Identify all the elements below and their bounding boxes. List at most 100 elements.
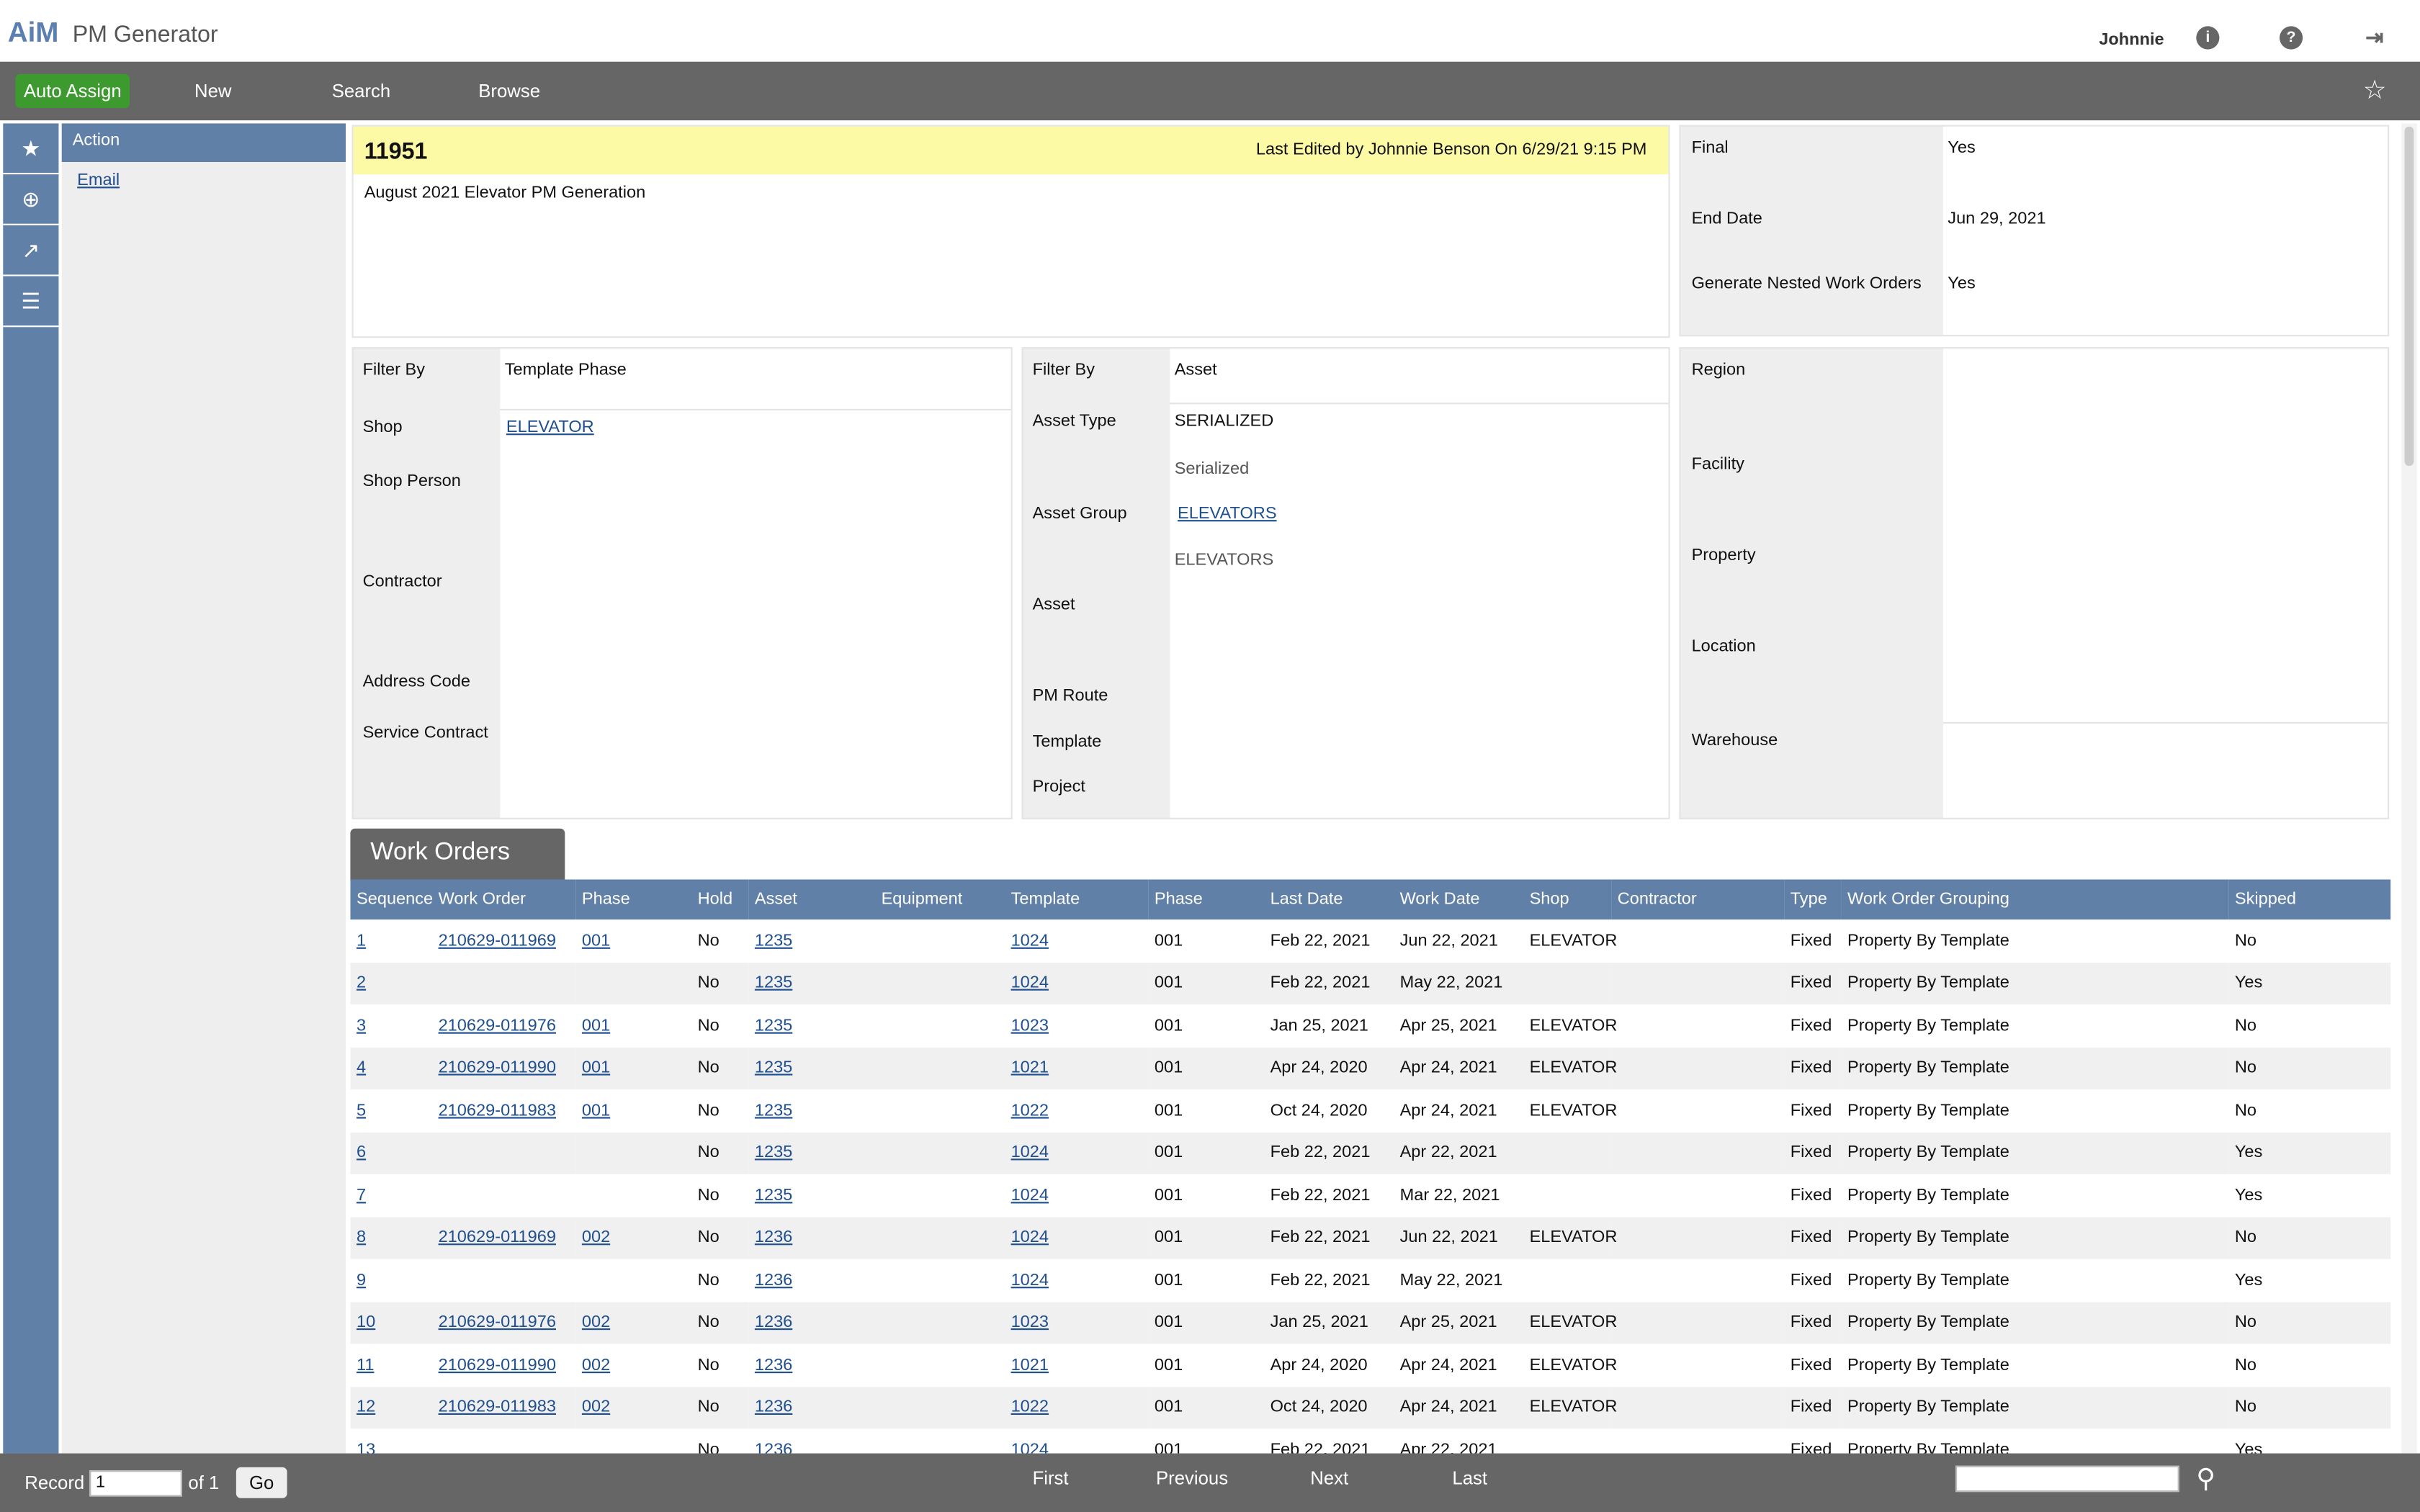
table-row[interactable]: 9 No 1236 1024 001 Feb 22, 2021 May 22, 2021 Fi… (350, 1259, 2390, 1302)
cell-link[interactable]: 1024 (1011, 1186, 1049, 1205)
column-header[interactable]: Work Order (432, 879, 576, 920)
cell-link[interactable]: 001 (582, 1017, 610, 1035)
column-header[interactable]: Equipment (875, 879, 1005, 920)
info-icon[interactable]: i (2196, 26, 2220, 50)
table-row[interactable]: 2 No 1235 1024 001 Feb 22, 2021 May 22, 2021 Fi… (350, 962, 2391, 1004)
cell-link[interactable]: 1023 (1011, 1017, 1049, 1035)
column-header[interactable]: Contractor (1611, 879, 1785, 920)
cell-link[interactable]: 2 (357, 974, 366, 993)
email-link[interactable]: Email (77, 171, 346, 190)
cell-link[interactable]: 1235 (755, 1017, 792, 1035)
cell-link[interactable]: 1024 (1011, 974, 1049, 993)
cell-link[interactable]: 210629-011990 (439, 1356, 556, 1374)
scrollbar-thumb[interactable] (2404, 126, 2414, 467)
cell-link[interactable]: 12 (357, 1398, 375, 1417)
tab-work-orders[interactable]: Work Orders (350, 828, 565, 881)
table-row[interactable]: 4 210629-011990 001 No 1235 1021 001 Apr 24, 20… (350, 1046, 2391, 1089)
cell-link[interactable]: 5 (357, 1101, 366, 1120)
vertical-scrollbar[interactable] (2401, 123, 2417, 1454)
table-row[interactable]: 7 No 1235 1024 001 Feb 22, 2021 Mar 22, 2021 Fi… (350, 1174, 2390, 1217)
cell-link[interactable]: 210629-011969 (439, 1228, 556, 1247)
cell-link[interactable]: 1021 (1011, 1059, 1049, 1078)
column-header[interactable]: Asset (748, 879, 875, 920)
last-button[interactable]: Last (1452, 1467, 1487, 1489)
cell-link[interactable]: 1236 (755, 1398, 792, 1417)
column-header[interactable]: Sequence (350, 879, 433, 920)
cell-link[interactable]: 001 (582, 932, 610, 950)
cell-link[interactable]: 3 (357, 1017, 366, 1035)
column-header[interactable]: Work Order Grouping (1841, 879, 2229, 920)
zoom-in-icon[interactable]: ⊕ (3, 174, 59, 225)
footer-search-input[interactable] (1955, 1465, 2179, 1493)
cell-link[interactable]: 002 (582, 1313, 610, 1332)
cell-link[interactable]: 13 (357, 1441, 375, 1454)
cell-link[interactable]: 002 (582, 1398, 610, 1417)
next-button[interactable]: Next (1310, 1467, 1348, 1489)
shop-link[interactable]: ELEVATOR (506, 418, 594, 437)
cell-link[interactable]: 1236 (755, 1313, 792, 1332)
cell-link[interactable]: 210629-011990 (439, 1059, 556, 1078)
cell-link[interactable]: 1022 (1011, 1398, 1049, 1417)
favorite-star-icon[interactable]: ☆ (2363, 76, 2387, 107)
help-icon[interactable]: ? (2280, 26, 2303, 50)
cell-link[interactable]: 7 (357, 1186, 366, 1205)
cell-link[interactable]: 1022 (1011, 1101, 1049, 1120)
cell-link[interactable]: 11 (357, 1356, 374, 1374)
cell-link[interactable]: 001 (582, 1059, 610, 1078)
cell-link[interactable]: 1024 (1011, 932, 1049, 950)
cell-link[interactable]: 1236 (755, 1228, 792, 1247)
column-header[interactable]: Type (1784, 879, 1842, 920)
cell-link[interactable]: 1236 (755, 1356, 792, 1374)
column-header[interactable]: Phase (575, 879, 691, 920)
cell-link[interactable]: 210629-011976 (439, 1313, 556, 1332)
cell-link[interactable]: 1024 (1011, 1228, 1049, 1247)
cell-link[interactable]: 210629-011983 (439, 1398, 556, 1417)
table-row[interactable]: 10 210629-011976 002 No 1236 1023 001 Jan 25, 2… (350, 1301, 2391, 1344)
cell-link[interactable]: 1235 (755, 1143, 792, 1162)
cell-link[interactable]: 9 (357, 1271, 366, 1290)
column-header[interactable]: Skipped (2228, 879, 2391, 920)
first-button[interactable]: First (1033, 1467, 1069, 1489)
cell-link[interactable]: 1 (357, 932, 366, 950)
cell-link[interactable]: 8 (357, 1228, 366, 1247)
cell-link[interactable]: 1235 (755, 974, 792, 993)
cell-link[interactable]: 1235 (755, 932, 792, 950)
cell-link[interactable]: 1021 (1011, 1356, 1049, 1374)
chart-icon[interactable]: ↗ (3, 225, 59, 276)
column-header[interactable]: Shop (1523, 879, 1612, 920)
table-row[interactable]: 12 210629-011983 002 No 1236 1022 001 Oct 24, 2… (350, 1386, 2391, 1429)
record-input[interactable]: 1 (89, 1470, 182, 1497)
column-header[interactable]: Phase (1148, 879, 1264, 920)
search-icon[interactable]: ⚲ (2196, 1464, 2215, 1495)
table-row[interactable]: 6 No 1235 1024 001 Feb 22, 2021 Apr 22, 2021 Fi… (350, 1131, 2391, 1174)
cell-link[interactable]: 1024 (1011, 1441, 1049, 1454)
cell-link[interactable]: 1024 (1011, 1143, 1049, 1162)
cell-link[interactable]: 1235 (755, 1186, 792, 1205)
menu-icon[interactable]: ☰ (3, 276, 59, 328)
cell-link[interactable]: 002 (582, 1228, 610, 1247)
browse-button[interactable]: Browse (478, 80, 540, 102)
previous-button[interactable]: Previous (1156, 1467, 1228, 1489)
table-row[interactable]: 5 210629-011983 001 No 1235 1022 001 Oct 24, 20… (350, 1089, 2390, 1132)
cell-link[interactable]: 4 (357, 1059, 366, 1078)
cell-link[interactable]: 210629-011983 (439, 1101, 556, 1120)
cell-link[interactable]: 1235 (755, 1059, 792, 1078)
asset-group-link[interactable]: ELEVATORS (1178, 505, 1277, 523)
table-row[interactable]: 1 210629-011969 001 No 1235 1024 001 Feb 22, 20… (350, 919, 2390, 962)
cell-link[interactable]: 1236 (755, 1271, 792, 1290)
user-name[interactable]: Johnnie (2099, 31, 2164, 50)
column-header[interactable]: Hold (691, 879, 749, 920)
cell-link[interactable]: 002 (582, 1356, 610, 1374)
cell-link[interactable]: 1236 (755, 1441, 792, 1454)
cell-link[interactable]: 001 (582, 1101, 610, 1120)
new-button[interactable]: New (194, 80, 231, 102)
column-header[interactable]: Last Date (1264, 879, 1394, 920)
table-row[interactable]: 3 210629-011976 001 No 1235 1023 001 Jan 25, 20… (350, 1004, 2390, 1047)
table-row[interactable]: 11 210629-011990 002 No 1236 1021 001 Apr 24, 2… (350, 1344, 2390, 1386)
column-header[interactable]: Work Date (1393, 879, 1523, 920)
cell-link[interactable]: 1024 (1011, 1271, 1049, 1290)
go-button[interactable]: Go (236, 1467, 287, 1498)
cell-link[interactable]: 210629-011976 (439, 1017, 556, 1035)
cell-link[interactable]: 6 (357, 1143, 366, 1162)
table-row[interactable]: 8 210629-011969 002 No 1236 1024 001 Feb 22, 20… (350, 1216, 2391, 1259)
